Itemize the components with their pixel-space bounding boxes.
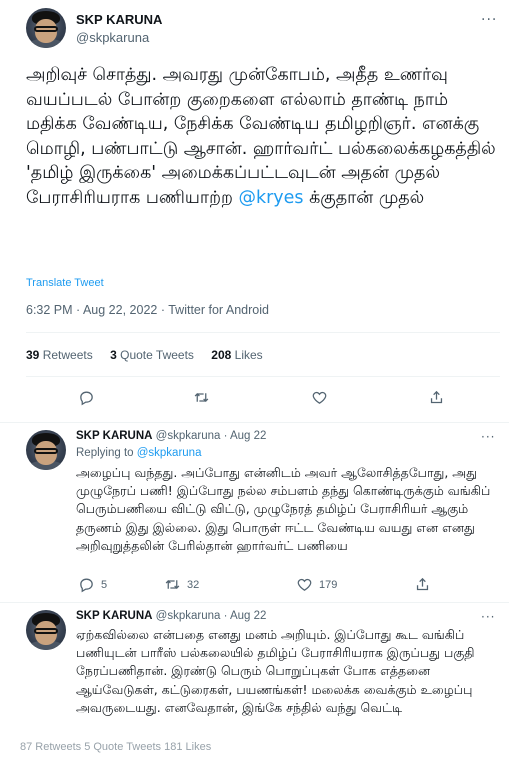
share-icon: [416, 577, 429, 591]
more-icon[interactable]: ···: [481, 12, 497, 28]
share-button[interactable]: [428, 389, 445, 406]
author-handle[interactable]: @skpkaruna: [76, 30, 149, 45]
tweet-text: அறிவுச் சொத்து. அவரது முன்கோபம், அதீத உண…: [26, 63, 500, 210]
author-name[interactable]: SKP KARUNA: [76, 12, 162, 27]
likes-stat[interactable]: 208 Likes: [211, 348, 262, 362]
reply-count: 5: [101, 578, 108, 591]
quoted-stats-peek: 87 Retweets 5 Quote Tweets 181 Likes: [20, 741, 212, 753]
share-icon: [430, 390, 443, 404]
tweet-timestamp[interactable]: 6:32 PM · Aug 22, 2022 · Twitter for And…: [26, 303, 269, 317]
replying-to-handle[interactable]: @skpkaruna: [137, 447, 202, 459]
reply-tweet[interactable]: SKP KARUNA @skpkaruna · Aug 22 ··· Reply…: [0, 430, 509, 600]
tweet-text-part1: அறிவுச் சொத்து. அவரது முன்கோபம், அதீத உண…: [26, 65, 496, 208]
more-icon[interactable]: ···: [481, 430, 495, 444]
retweet-button[interactable]: [193, 389, 210, 406]
quote-count: 32: [187, 578, 200, 591]
replying-to: Replying to @skpkaruna: [76, 447, 202, 459]
tweet-stats: 39 Retweets 3 Quote Tweets 208 Likes: [26, 348, 277, 362]
retweet-icon: [165, 580, 180, 589]
avatar[interactable]: [26, 430, 66, 470]
like-count: 179: [319, 578, 338, 591]
reply-icon: [80, 391, 93, 406]
like-button[interactable]: [311, 389, 328, 406]
tweet-text-part2: க்குதான் முதல்: [303, 187, 425, 208]
divider: [26, 376, 500, 377]
retweets-stat[interactable]: 39 Retweets: [26, 348, 93, 362]
translate-tweet-link[interactable]: Translate Tweet: [26, 277, 104, 289]
retweet-button[interactable]: 32: [164, 576, 199, 593]
mention-link[interactable]: @kryes: [238, 188, 303, 208]
reply-text: அழைப்பு வந்தது. அப்போது என்னிடம் அவர் ஆல…: [76, 465, 491, 553]
like-button[interactable]: 179: [296, 576, 337, 593]
divider: [0, 422, 509, 423]
more-icon[interactable]: ···: [481, 610, 495, 624]
reply-author[interactable]: SKP KARUNA @skpkaruna · Aug 22: [76, 610, 266, 622]
avatar[interactable]: [26, 610, 66, 650]
retweet-icon: [194, 393, 209, 402]
like-icon: [312, 391, 327, 404]
like-icon: [297, 578, 312, 591]
divider: [26, 332, 500, 333]
avatar[interactable]: [26, 8, 66, 48]
reply-text: ஏற்கவில்லை என்பதை எனது மனம் அறியும். இப்…: [76, 627, 475, 715]
reply-icon: [80, 578, 93, 593]
divider: [0, 602, 509, 603]
share-button[interactable]: [414, 576, 431, 593]
reply-tweet[interactable]: SKP KARUNA @skpkaruna · Aug 22 ··· ஏற்கவ…: [0, 610, 509, 758]
reply-button[interactable]: 5: [78, 576, 107, 593]
reply-button[interactable]: [78, 389, 95, 406]
reply-author[interactable]: SKP KARUNA @skpkaruna · Aug 22: [76, 430, 266, 442]
quotes-stat[interactable]: 3 Quote Tweets: [110, 348, 194, 362]
